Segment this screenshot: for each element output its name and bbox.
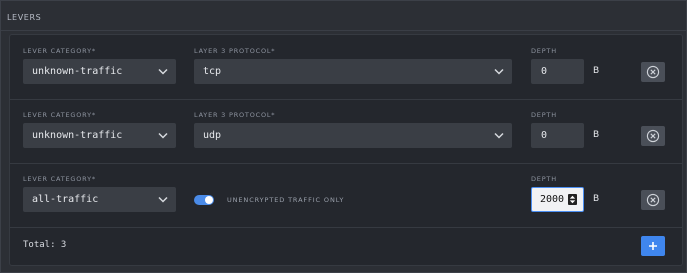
depth-unit: B xyxy=(593,66,600,76)
lever-row-3: LEVER CATEGORY* DEPTH all-traffic UNENCR… xyxy=(10,163,682,228)
depth-label: DEPTH xyxy=(531,111,557,119)
remove-lever-button[interactable] xyxy=(641,62,665,82)
lever-category-label: LEVER CATEGORY* xyxy=(23,47,96,55)
levers-footer: Total: 3 xyxy=(10,227,682,265)
protocol-select[interactable]: tcp xyxy=(194,59,512,84)
lever-row-1: LEVER CATEGORY* LAYER 3 PROTOCOL* DEPTH … xyxy=(10,35,682,100)
chevron-down-icon xyxy=(158,196,168,203)
lever-category-select[interactable]: all-traffic xyxy=(23,187,176,212)
plus-icon xyxy=(649,242,657,250)
spinner-arrows-icon[interactable] xyxy=(568,194,577,205)
depth-value: 2000 xyxy=(540,194,565,205)
lever-row-2: LEVER CATEGORY* LAYER 3 PROTOCOL* DEPTH … xyxy=(10,99,682,164)
levers-card: LEVER CATEGORY* LAYER 3 PROTOCOL* DEPTH … xyxy=(9,34,683,266)
circle-x-icon xyxy=(646,65,660,79)
section-divider xyxy=(1,30,687,31)
remove-lever-button[interactable] xyxy=(641,126,665,146)
depth-value: 0 xyxy=(541,66,548,77)
depth-input-focused[interactable]: 2000 xyxy=(531,187,584,212)
depth-label: DEPTH xyxy=(531,175,557,183)
lever-category-label: LEVER CATEGORY* xyxy=(23,111,96,119)
depth-label: DEPTH xyxy=(531,47,557,55)
levers-panel: LEVERS LEVER CATEGORY* LAYER 3 PROTOCOL*… xyxy=(0,0,687,273)
total-count: Total: 3 xyxy=(23,240,67,250)
circle-x-icon xyxy=(646,129,660,143)
lever-category-value: unknown-traffic xyxy=(32,130,123,141)
lever-category-label: LEVER CATEGORY* xyxy=(23,175,96,183)
unencrypted-only-toggle[interactable] xyxy=(194,195,214,205)
depth-input[interactable]: 0 xyxy=(531,59,584,84)
protocol-label: LAYER 3 PROTOCOL* xyxy=(194,47,276,55)
chevron-down-icon xyxy=(158,132,168,139)
chevron-down-icon xyxy=(158,68,168,75)
protocol-value: udp xyxy=(203,130,222,141)
toggle-knob xyxy=(205,196,213,204)
remove-lever-button[interactable] xyxy=(641,190,665,210)
section-title: LEVERS xyxy=(7,13,42,22)
lever-category-select[interactable]: unknown-traffic xyxy=(23,123,176,148)
chevron-down-icon xyxy=(494,68,504,75)
unencrypted-only-label: UNENCRYPTED TRAFFIC ONLY xyxy=(227,196,345,204)
circle-x-icon xyxy=(646,193,660,207)
depth-unit: B xyxy=(593,130,600,140)
protocol-value: tcp xyxy=(203,66,222,77)
lever-category-value: unknown-traffic xyxy=(32,66,123,77)
chevron-down-icon xyxy=(494,132,504,139)
depth-unit: B xyxy=(593,194,600,204)
add-lever-button[interactable] xyxy=(641,236,665,256)
protocol-label: LAYER 3 PROTOCOL* xyxy=(194,111,276,119)
depth-value: 0 xyxy=(541,130,548,141)
depth-input[interactable]: 0 xyxy=(531,123,584,148)
lever-category-value: all-traffic xyxy=(32,194,99,205)
protocol-select[interactable]: udp xyxy=(194,123,512,148)
lever-category-select[interactable]: unknown-traffic xyxy=(23,59,176,84)
